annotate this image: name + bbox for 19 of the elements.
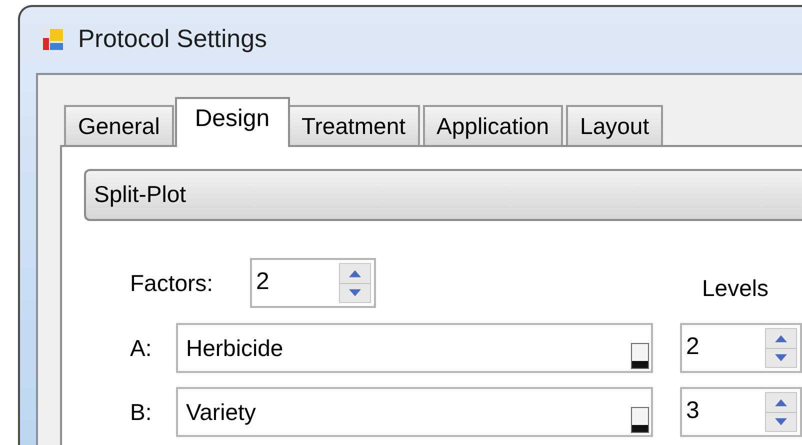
- factor-label: B:: [130, 398, 153, 427]
- tab[interactable]: Layout: [566, 105, 664, 145]
- factor-combo[interactable]: Herbicide: [176, 323, 653, 373]
- tab[interactable]: Application: [422, 105, 564, 145]
- levels-header: Levels: [701, 274, 768, 303]
- tab[interactable]: Treatment: [288, 105, 420, 145]
- dropdown-icon[interactable]: [631, 343, 649, 369]
- app-icon: [40, 27, 66, 53]
- design-dropdown[interactable]: Split-Plot: [84, 169, 802, 221]
- window-title: Protocol Settings: [78, 24, 267, 56]
- dropdown-icon[interactable]: [631, 407, 649, 433]
- tab[interactable]: Design: [174, 97, 290, 147]
- levels-spinbox[interactable]: 3: [680, 387, 802, 437]
- factor-combo[interactable]: Variety: [176, 387, 653, 437]
- factor-label: A:: [130, 334, 153, 363]
- factors-spinbox[interactable]: 2: [250, 258, 376, 308]
- factors-label: Factors:: [130, 268, 214, 298]
- tab[interactable]: General: [64, 105, 174, 145]
- levels-spinbox[interactable]: 2: [680, 323, 802, 373]
